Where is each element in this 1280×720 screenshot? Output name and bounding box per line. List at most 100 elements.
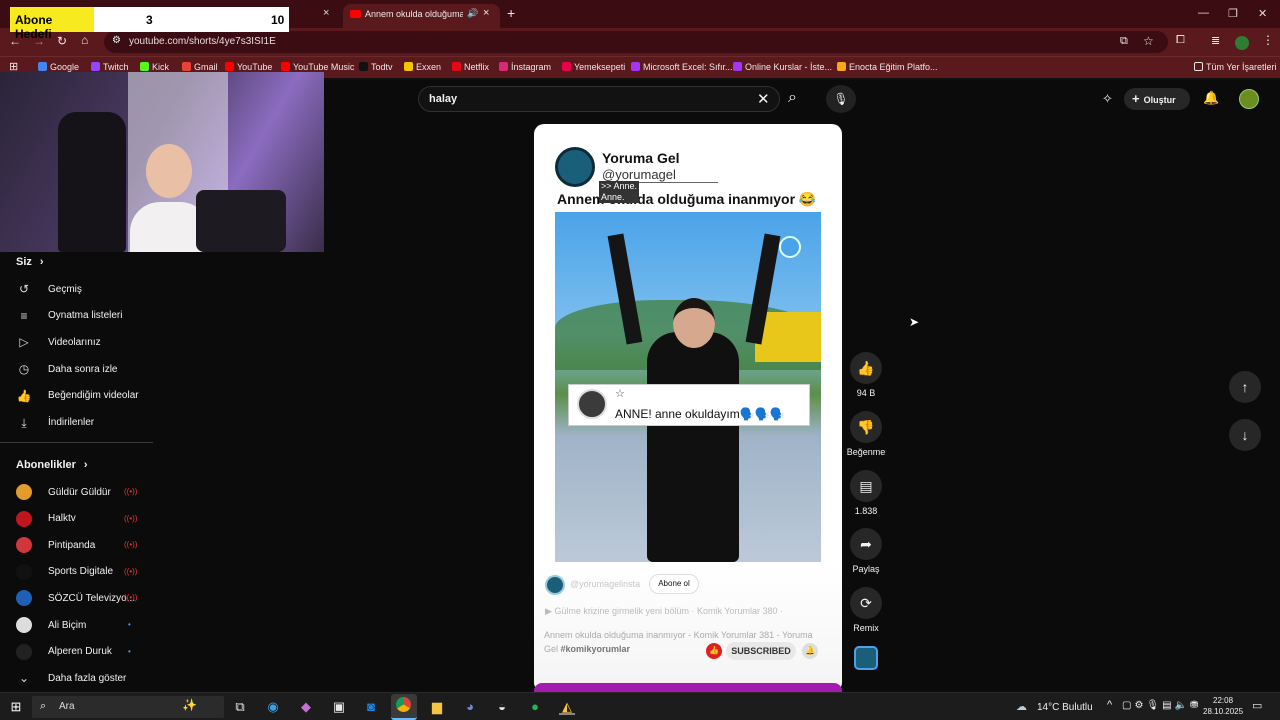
profile-avatar[interactable] <box>1235 36 1249 50</box>
bookmark-item[interactable]: Exxen <box>404 62 441 72</box>
reload-icon[interactable]: ↻ <box>57 34 67 48</box>
bell-small-icon[interactable]: 🔔 <box>802 643 818 659</box>
outlook-icon[interactable]: ◙ <box>363 699 379 715</box>
close-window-button[interactable]: ✕ <box>1258 7 1267 20</box>
file-explorer-icon[interactable]: ▆ <box>429 699 445 715</box>
weather-text[interactable]: 14°C Bulutlu <box>1037 702 1093 713</box>
bookmark-item[interactable]: Yemeksepeti <box>562 62 625 72</box>
sidebar-item[interactable]: ↺ Geçmiş <box>16 279 82 299</box>
bookmark-star-icon[interactable]: ☆ <box>1143 34 1154 48</box>
chrome-taskbar-active[interactable] <box>391 694 417 720</box>
subscription-label: SÖZCÜ Televizyo... <box>48 592 136 604</box>
search-bar[interactable]: halay ✕ <box>418 86 780 112</box>
dislike-button[interactable]: 👎 <box>850 411 882 443</box>
insta-avatar[interactable] <box>545 575 565 595</box>
copilot-icon[interactable]: ◆ <box>298 699 314 715</box>
steam-icon[interactable]: ◒ <box>494 699 510 715</box>
extensions-icon[interactable]: ⧠ <box>1176 34 1185 47</box>
playlist-link[interactable]: ▶ Gülme krizine girmelik yeni bölüm · Ko… <box>545 606 783 617</box>
bookmark-item[interactable]: Microsoft Excel: Sıfır... <box>631 62 733 72</box>
tab-close-button[interactable]: × <box>483 7 489 19</box>
share-button[interactable]: ➦ <box>850 528 882 560</box>
account-avatar[interactable] <box>1239 89 1259 109</box>
bookmark-item[interactable]: Todtv <box>359 62 393 72</box>
minimize-button[interactable]: — <box>1198 7 1209 19</box>
channel-name[interactable]: Yoruma Gel <box>602 150 680 166</box>
maximize-button[interactable]: ❐ <box>1228 7 1238 20</box>
bookmark-item[interactable]: YouTube <box>225 62 272 72</box>
sidebar-item[interactable]: ▷ Videolarınız <box>16 332 100 352</box>
store-icon[interactable]: ▣ <box>331 699 347 715</box>
streamlabs-icon[interactable]: ◭ <box>559 699 575 715</box>
site-info-icon[interactable]: ⚙ <box>112 35 121 46</box>
bookmark-item[interactable]: Gmail <box>182 62 218 72</box>
next-short-button[interactable]: ↓ <box>1229 419 1261 451</box>
reading-list-icon[interactable]: ≣ <box>1211 34 1220 47</box>
menu-icon[interactable]: ⋮ <box>1262 33 1274 47</box>
subscription-item[interactable]: Ali Biçim <box>16 615 86 635</box>
bookmark-item[interactable]: Enocta Eğitim Platfo... <box>837 62 938 72</box>
bookmark-item[interactable]: Online Kurslar - İste... <box>733 62 832 72</box>
insta-handle[interactable]: @yorumagelinsta <box>570 579 640 589</box>
bookmark-item[interactable]: YouTube Music <box>281 62 354 72</box>
sound-channel-avatar[interactable] <box>854 646 878 670</box>
taskbar-search-placeholder[interactable]: Ara <box>59 701 75 712</box>
clock-time[interactable]: 22:08 <box>1213 696 1233 705</box>
subscription-item[interactable]: SÖZCÜ Televizyo... <box>16 588 135 608</box>
gemini-icon[interactable]: ✧ <box>1102 91 1113 107</box>
search-icon[interactable]: ⌕ <box>788 89 797 107</box>
subscription-item[interactable]: Pintipanda <box>16 535 95 555</box>
notification-center-icon[interactable]: ▭ <box>1252 699 1262 712</box>
remix-button[interactable]: ⟳ <box>850 587 882 619</box>
bookmark-item[interactable]: İnstagram <box>499 62 551 72</box>
hashtag-link[interactable]: #komikyorumlar <box>561 644 631 654</box>
bookmark-item[interactable]: Netflix <box>452 62 489 72</box>
channel-logo-avatar[interactable] <box>555 147 595 187</box>
short-player-card[interactable]: Yoruma Gel @yorumagel Annem okulda olduğ… <box>534 124 842 692</box>
task-view-icon[interactable]: ⧉ <box>232 699 248 715</box>
tray-overflow-icon[interactable]: ^ <box>1107 699 1112 711</box>
create-button[interactable]: + Oluştur <box>1124 88 1190 110</box>
new-tab-button[interactable]: + <box>507 5 515 21</box>
windows-start-icon[interactable]: ⊞ <box>8 699 24 715</box>
sidebar-subscriptions-header[interactable]: Abonelikler › <box>16 455 88 475</box>
taskbar-search-box[interactable]: ⌕ Ara ✨ <box>32 696 224 718</box>
subscription-item[interactable]: Alperen Duruk <box>16 642 112 662</box>
bookmark-item[interactable]: Google <box>38 62 79 72</box>
sidebar-item[interactable]: 👍 Beğendiğim videolar <box>16 386 139 406</box>
tray-icons[interactable]: ▢⚙🎙▤🔈⛃ <box>1122 700 1201 711</box>
sidebar-item[interactable]: ◷ Daha sonra izle <box>16 359 118 379</box>
all-bookmarks-folder[interactable]: Tüm Yer İşaretleri <box>1194 62 1277 72</box>
discord-icon[interactable]: ◕ <box>462 699 478 715</box>
speaker-icon[interactable]: 🔊 <box>467 8 478 19</box>
url-text[interactable]: youtube.com/shorts/4ye7s3ISI1E <box>129 36 276 47</box>
subscription-item[interactable]: Halktv <box>16 509 76 529</box>
home-icon[interactable]: ⌂ <box>81 33 88 47</box>
short-video-frame[interactable]: ☆ ANNE! anne okuldayım🗣️🗣️🗣️ <box>555 212 821 562</box>
playlist-icon: ≡ <box>20 308 28 323</box>
tab-active[interactable]: Annem okulda olduğuma i 🔊 × <box>343 4 500 28</box>
subscribe-pill-button[interactable]: Abone ol <box>649 574 699 594</box>
comments-button[interactable]: ▤ <box>850 470 882 502</box>
search-input[interactable]: halay <box>429 93 457 105</box>
sidebar-item[interactable]: ⤓ İndirilenler <box>16 413 94 433</box>
address-bar[interactable]: ⚙ youtube.com/shorts/4ye7s3ISI1E ⧉ ☆ <box>104 31 1168 53</box>
like-button[interactable]: 👍 <box>850 352 882 384</box>
clear-search-icon[interactable]: ✕ <box>757 90 770 108</box>
sidebar-item[interactable]: ≡ Oynatma listeleri <box>16 306 122 326</box>
bookmark-item[interactable]: Twitch <box>91 62 129 72</box>
subscription-item[interactable]: Güldür Güldür <box>16 482 111 502</box>
cast-icon[interactable]: ⧉ <box>1120 35 1128 48</box>
spotify-icon[interactable]: ● <box>527 699 543 715</box>
bookmark-item[interactable]: Kick <box>140 62 169 72</box>
subscription-item[interactable]: Sports Digitale <box>16 562 113 582</box>
subscribed-button[interactable]: SUBSCRIBED <box>726 642 796 660</box>
voice-search-button[interactable]: 🎙 <box>826 85 856 113</box>
notifications-bell-icon[interactable]: 🔔 <box>1203 90 1219 106</box>
edge-icon[interactable]: ◉ <box>265 699 281 715</box>
sidebar-you-header[interactable]: Siz › <box>16 252 44 272</box>
tab-inactive-close[interactable]: × <box>323 7 329 19</box>
previous-short-button[interactable]: ↑ <box>1229 371 1261 403</box>
clock-date[interactable]: 28.10.2025 <box>1203 707 1243 716</box>
sidebar-show-more[interactable]: ⌄ Daha fazla göster <box>16 668 126 688</box>
